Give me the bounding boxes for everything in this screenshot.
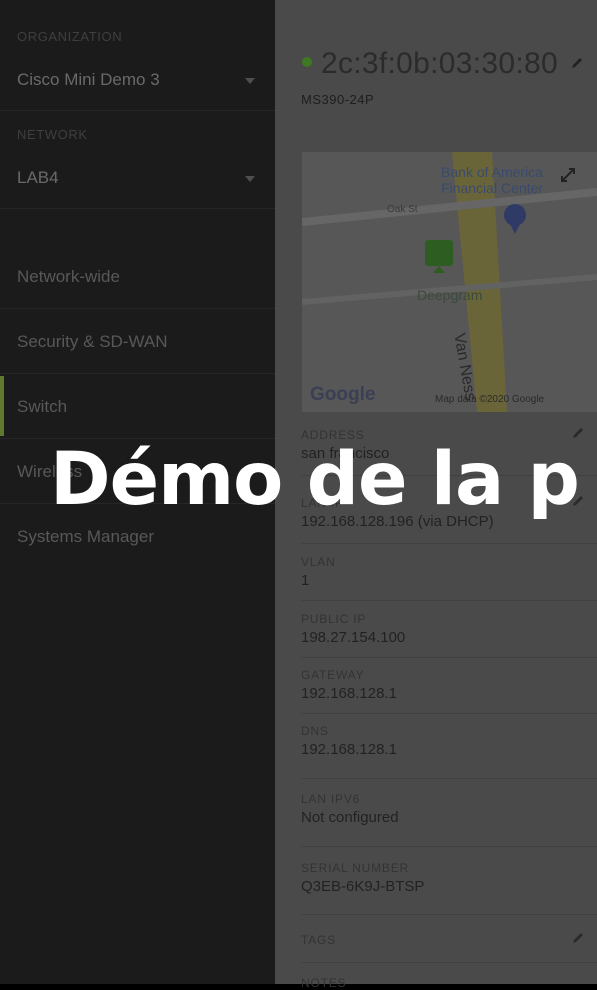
edit-tags-icon[interactable] bbox=[571, 931, 585, 945]
network-value: LAB4 bbox=[17, 168, 59, 187]
detail-value: 198.27.154.100 bbox=[301, 629, 406, 646]
active-indicator bbox=[0, 376, 4, 436]
detail-label: LAN IPV6 bbox=[301, 792, 361, 806]
device-name: 2c:3f:0b:03:30:80 bbox=[321, 47, 558, 80]
detail-label: DNS bbox=[301, 724, 329, 738]
network-select[interactable]: LAB4 bbox=[17, 168, 265, 192]
chevron-down-icon bbox=[245, 78, 255, 84]
detail-label: NOTES bbox=[301, 976, 347, 990]
edit-name-icon[interactable] bbox=[570, 56, 584, 70]
google-logo: Google bbox=[310, 384, 376, 405]
sidebar-divider bbox=[0, 208, 275, 209]
detail-value: 192.168.128.1 bbox=[301, 741, 397, 758]
detail-label: TAGS bbox=[301, 933, 336, 947]
detail-separator bbox=[302, 713, 597, 714]
map-street-label: Oak St bbox=[387, 204, 418, 215]
detail-separator bbox=[302, 914, 597, 915]
detail-separator bbox=[302, 846, 597, 847]
detail-tags: TAGS bbox=[301, 933, 336, 947]
detail-separator bbox=[302, 543, 597, 544]
network-label: NETWORK bbox=[17, 127, 88, 142]
sidebar-divider bbox=[0, 308, 275, 309]
detail-lan-ipv6: LAN IPV6 Not configured bbox=[301, 792, 399, 826]
sidebar-item-security-sd-wan[interactable]: Security & SD-WAN bbox=[17, 332, 168, 352]
map-attribution: Map data ©2020 Google bbox=[435, 394, 545, 405]
detail-gateway: GATEWAY 192.168.128.1 bbox=[301, 668, 397, 702]
detail-label: VLAN bbox=[301, 555, 336, 569]
organization-label: ORGANIZATION bbox=[17, 29, 123, 44]
detail-separator bbox=[302, 778, 597, 779]
detail-label: PUBLIC IP bbox=[301, 612, 367, 626]
location-map[interactable]: Bank of America Financial Center Oak St … bbox=[302, 152, 597, 412]
map-poi-label: Bank of America Financial Center bbox=[441, 164, 543, 196]
map-place-label: Deepgram bbox=[417, 287, 483, 303]
detail-label: SERIAL NUMBER bbox=[301, 861, 409, 875]
detail-dns: DNS 192.168.128.1 bbox=[301, 724, 397, 758]
video-overlay-title: Démo de la p bbox=[50, 437, 580, 522]
detail-value: 1 bbox=[301, 572, 310, 589]
detail-value: Not configured bbox=[301, 809, 399, 826]
device-model: MS390-24P bbox=[301, 92, 375, 107]
sidebar-item-systems-manager[interactable]: Systems Manager bbox=[17, 527, 154, 547]
sidebar-divider bbox=[0, 373, 275, 374]
detail-label: GATEWAY bbox=[301, 668, 365, 682]
detail-separator bbox=[302, 962, 597, 963]
detail-vlan: VLAN 1 bbox=[301, 555, 336, 589]
status-indicator bbox=[302, 57, 312, 67]
detail-serial-number: SERIAL NUMBER Q3EB-6K9J-BTSP bbox=[301, 861, 424, 895]
sidebar-item-network-wide[interactable]: Network-wide bbox=[17, 267, 120, 287]
sidebar-divider bbox=[0, 110, 275, 111]
organization-value: Cisco Mini Demo 3 bbox=[17, 70, 160, 89]
detail-public-ip: PUBLIC IP 198.27.154.100 bbox=[301, 612, 405, 646]
detail-notes: NOTES bbox=[301, 976, 346, 990]
detail-separator bbox=[302, 600, 597, 601]
detail-value: 192.168.128.1 bbox=[301, 685, 397, 702]
organization-select[interactable]: Cisco Mini Demo 3 bbox=[17, 70, 265, 94]
detail-separator bbox=[302, 657, 597, 658]
chevron-down-icon bbox=[245, 176, 255, 182]
detail-value: Q3EB-6K9J-BTSP bbox=[301, 878, 425, 895]
expand-map-icon[interactable] bbox=[559, 166, 577, 184]
sidebar-item-switch[interactable]: Switch bbox=[17, 397, 67, 417]
